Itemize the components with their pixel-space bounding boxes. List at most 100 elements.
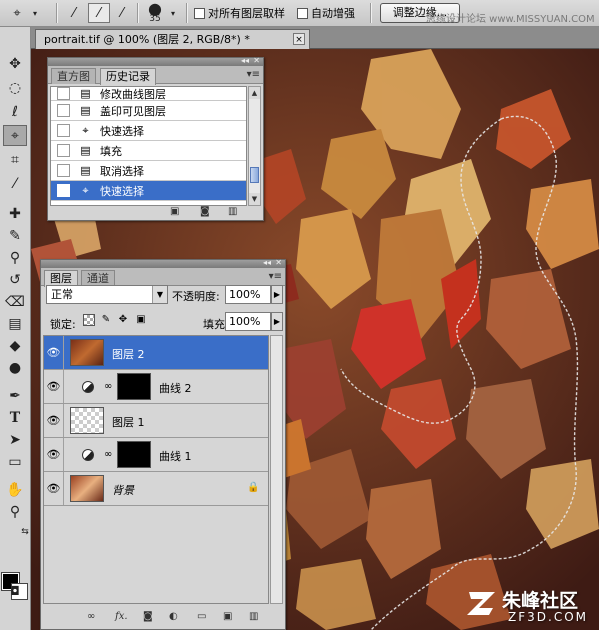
eyedropper-tool-icon[interactable]: ⁄ (3, 173, 27, 194)
pen-tool-icon[interactable]: ✒ (3, 385, 27, 406)
add-mask-icon[interactable]: ◙ (143, 611, 153, 622)
layer-name[interactable]: 曲线 1 (159, 448, 192, 464)
subtract-selection-icon[interactable]: ⁄ (112, 3, 132, 23)
crop-tool-icon[interactable]: ⌗ (3, 149, 27, 170)
checkbox-box[interactable] (297, 7, 308, 19)
collapse-icon[interactable]: ◂◂ (263, 258, 271, 267)
history-item[interactable]: ▤ 填充 (51, 141, 246, 161)
path-select-icon[interactable]: ➤ (3, 429, 27, 450)
lock-transparency-icon[interactable] (83, 314, 95, 326)
history-item[interactable]: ▤ 盖印可见图层 (51, 101, 246, 121)
link-icon[interactable]: ∞ (104, 381, 112, 392)
brush-tool-icon[interactable]: ✎ (3, 225, 27, 246)
shape-tool-icon[interactable]: ▭ (3, 451, 27, 472)
history-brush-icon[interactable]: ↺ (3, 269, 27, 290)
fill-field[interactable]: 100% (225, 312, 271, 331)
history-brush-source-checkbox[interactable] (57, 124, 70, 137)
type-tool-icon[interactable]: T (3, 407, 27, 428)
new-snapshot-icon[interactable]: ◙ (200, 206, 210, 217)
layers-scrollbar[interactable] (270, 335, 283, 604)
layer-row[interactable]: 👁 ∞ 曲线 1 (44, 438, 268, 472)
layer-row[interactable]: 👁 ∞ 曲线 2 (44, 370, 268, 404)
sample-all-layers-checkbox[interactable]: 对所有图层取样 (194, 6, 285, 20)
layer-name[interactable]: 图层 1 (112, 414, 145, 430)
gradient-tool-icon[interactable]: ▤ (3, 313, 27, 334)
checkbox-box[interactable] (194, 7, 205, 19)
auto-enhance-checkbox[interactable]: 自动增强 (297, 6, 355, 20)
history-brush-source-checkbox[interactable] (57, 164, 70, 177)
eye-icon[interactable]: 👁 (44, 370, 64, 403)
chevron-down-icon[interactable]: ▼ (152, 286, 167, 303)
tab-histogram[interactable]: 直方图 (51, 68, 96, 84)
lock-position-icon[interactable]: ✥ (117, 314, 129, 326)
new-layer-icon[interactable]: ▣ (223, 611, 232, 622)
opacity-field[interactable]: 100% (225, 285, 271, 304)
history-brush-source-checkbox[interactable] (57, 144, 70, 157)
lock-all-icon[interactable]: ▣ (135, 314, 147, 326)
eraser-tool-icon[interactable]: ⌫ (3, 291, 27, 312)
document-tab[interactable]: portrait.tif @ 100% (图层 2, RGB/8*) * × (35, 29, 310, 49)
layer-row-selected[interactable]: 👁 图层 2 (44, 336, 268, 370)
marquee-tool-icon[interactable]: ◌ (3, 77, 27, 98)
quick-select-tool-preset-icon[interactable]: ⌖ (4, 3, 30, 23)
history-brush-source-checkbox[interactable] (57, 104, 70, 117)
layer-row[interactable]: 👁 背景 🔒 (44, 472, 268, 506)
layer-mask-thumbnail[interactable] (117, 373, 151, 400)
hand-tool-icon[interactable]: ✋ (3, 479, 27, 500)
history-item-selected[interactable]: ⌖ 快速选择 (51, 181, 246, 201)
zoom-tool-icon[interactable]: ⚲ (3, 501, 27, 522)
link-icon[interactable]: ∞ (104, 449, 112, 460)
layer-row[interactable]: 👁 图层 1 (44, 404, 268, 438)
blend-mode-select[interactable]: 正常 ▼ (46, 285, 168, 304)
add-to-selection-icon[interactable]: ⁄ (88, 3, 110, 23)
quick-select-tool-icon[interactable]: ⌖ (3, 125, 27, 146)
close-icon[interactable]: × (293, 33, 305, 45)
eye-icon[interactable]: 👁 (44, 336, 64, 369)
trash-icon[interactable]: ▥ (249, 611, 258, 622)
panel-titlebar[interactable]: ◂◂ ✕ (41, 258, 285, 268)
layer-name[interactable]: 背景 (112, 482, 134, 498)
history-scrollbar[interactable]: ▲ ▼ (248, 86, 261, 206)
link-layers-icon[interactable]: ∞ (87, 611, 95, 622)
clone-stamp-icon[interactable]: ⚲ (3, 247, 27, 268)
healing-brush-icon[interactable]: ✚ (3, 203, 27, 224)
lasso-tool-icon[interactable]: ℓ (3, 101, 27, 122)
scroll-thumb[interactable] (250, 167, 259, 183)
eye-icon[interactable]: 👁 (44, 438, 64, 471)
panel-menu-icon[interactable]: ▾≡ (247, 69, 260, 80)
move-tool-icon[interactable]: ✥ (3, 53, 27, 74)
swap-colors-icon[interactable]: ⇆ (20, 527, 30, 537)
tab-channels[interactable]: 通道 (81, 270, 115, 286)
preset-dropdown-icon[interactable]: ▾ (30, 3, 40, 23)
layer-name[interactable]: 图层 2 (112, 346, 145, 362)
tab-history[interactable]: 历史记录 (100, 68, 156, 85)
close-icon[interactable]: ✕ (275, 258, 282, 267)
eye-icon[interactable]: 👁 (44, 404, 64, 437)
fill-slider-arrow-icon[interactable]: ▶ (271, 312, 283, 331)
panel-titlebar[interactable]: ◂◂ ✕ (48, 56, 263, 66)
new-selection-icon[interactable]: ⁄ (64, 3, 84, 23)
eye-icon[interactable]: 👁 (44, 472, 64, 505)
brush-dropdown-icon[interactable]: ▾ (168, 3, 178, 23)
collapse-icon[interactable]: ◂◂ (241, 56, 249, 65)
history-brush-source-checkbox[interactable] (57, 184, 70, 197)
quick-mask-icon[interactable]: ◘ (3, 580, 27, 601)
adjustment-layer-icon[interactable]: ◐ (169, 611, 178, 622)
lock-pixels-icon[interactable]: ✎ (100, 314, 112, 326)
layer-name[interactable]: 曲线 2 (159, 380, 192, 396)
blur-tool-icon[interactable]: ◆ (3, 335, 27, 356)
new-group-icon[interactable]: ▭ (197, 611, 206, 622)
panel-menu-icon[interactable]: ▾≡ (269, 271, 282, 282)
layer-mask-thumbnail[interactable] (117, 441, 151, 468)
scroll-up-icon[interactable]: ▲ (249, 87, 260, 99)
history-brush-source-checkbox[interactable] (57, 87, 70, 100)
trash-icon[interactable]: ▥ (228, 206, 237, 217)
close-icon[interactable]: ✕ (253, 56, 260, 65)
history-item[interactable]: ⌖ 快速选择 (51, 121, 246, 141)
layer-style-icon[interactable]: fx. (115, 611, 128, 622)
dodge-tool-icon[interactable]: ● (3, 357, 27, 378)
history-item[interactable]: ▤ 修改曲线图层 (51, 87, 246, 101)
new-document-from-state-icon[interactable]: ▣ (170, 206, 179, 217)
opacity-slider-arrow-icon[interactable]: ▶ (271, 285, 283, 304)
history-item[interactable]: ▤ 取消选择 (51, 161, 246, 181)
